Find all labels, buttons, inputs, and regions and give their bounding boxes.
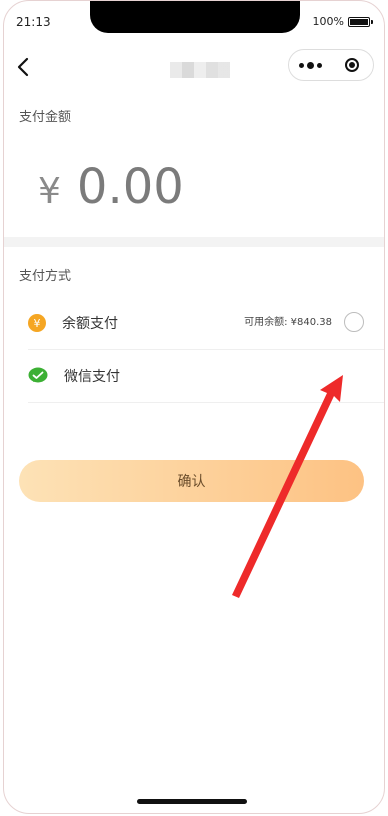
- status-battery: 100%: [312, 15, 373, 28]
- wechat-icon: [28, 367, 48, 385]
- status-time: 21:13: [16, 15, 51, 29]
- balance-coin-icon: ¥: [28, 314, 46, 332]
- back-button[interactable]: [12, 55, 36, 79]
- phone-frame: 21:13 100% 支付金额 ¥ 0.00 支付方式 ¥ 余额支付 可用余额:…: [3, 0, 385, 814]
- section-divider: [4, 237, 384, 247]
- balance-radio[interactable]: [344, 312, 364, 332]
- confirm-button[interactable]: 确认: [19, 460, 364, 502]
- home-indicator: [137, 799, 247, 804]
- pay-method-label: 微信支付: [64, 369, 120, 385]
- pay-method-balance[interactable]: ¥ 余额支付 可用余额: ¥840.38: [28, 297, 384, 349]
- close-program-button[interactable]: [331, 50, 373, 80]
- target-close-icon: [345, 58, 359, 72]
- amount-section-label: 支付金额: [19, 110, 72, 125]
- method-section-label: 支付方式: [19, 269, 72, 284]
- row-divider: [28, 402, 384, 403]
- battery-percent: 100%: [312, 15, 344, 28]
- amount-value: 0.00: [76, 159, 184, 215]
- battery-icon: [348, 16, 373, 27]
- more-button[interactable]: [289, 50, 331, 80]
- page-title-blurred: [170, 62, 230, 78]
- notch: [90, 1, 300, 33]
- back-arrow-icon: [17, 57, 29, 77]
- pay-method-wechat[interactable]: 微信支付: [28, 350, 384, 402]
- pay-method-label: 余额支付: [62, 316, 118, 332]
- mini-program-capsule: [288, 49, 374, 81]
- nav-bar: [4, 45, 384, 89]
- more-dots-icon: [298, 62, 304, 68]
- currency-symbol: ¥: [38, 171, 61, 212]
- available-balance: 可用余额: ¥840.38: [244, 317, 332, 328]
- payment-amount: ¥ 0.00: [38, 159, 184, 215]
